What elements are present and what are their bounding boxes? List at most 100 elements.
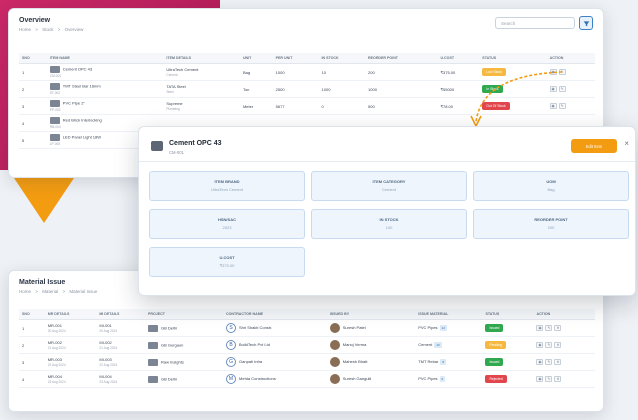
contractor-cell: M Mehta Constructions [223,370,327,388]
breadcrumb-material[interactable]: Material [42,289,58,294]
material-count-badge[interactable]: 8 [440,359,447,365]
mr-number[interactable]: MR-002 [48,340,62,345]
column-header[interactable]: Issue Material [415,309,483,320]
project-name: GB Delhi [160,376,177,382]
column-header[interactable]: Item Details [163,53,240,64]
search-input[interactable]: Search [495,17,575,29]
contractor-name: Shri Shakti Constr. [239,325,273,331]
per-unit-cell: 2500 [272,80,319,98]
view-button[interactable]: ◉ [536,325,544,331]
issued-by-name: Suresh Patel [342,325,366,331]
detail-label: In Stock [379,217,399,222]
detail-card-unit-cost: U.Cost ₹375.00 [149,247,305,277]
item-name[interactable]: Cement OPC 43 [63,67,92,72]
detail-value: ₹375.00 [219,263,235,268]
view-button[interactable]: ◉ [536,359,544,365]
column-header[interactable]: Status [479,53,547,64]
mi-number[interactable]: MI-002 [99,340,111,345]
row-sno: 3 [19,353,45,371]
issued-by-cell: Manoj Verma [326,336,416,354]
close-icon[interactable]: × [624,139,629,148]
mi-number[interactable]: MI-003 [99,357,111,362]
breadcrumb-home[interactable]: Home [19,289,31,294]
column-header[interactable]: Project [144,309,224,320]
edit-button[interactable]: ✎ [545,342,553,348]
item-name[interactable]: LED Panel Light 18W [63,135,101,140]
status-cell: Rejected [482,370,534,388]
breadcrumb: Home > Material > Material Issue [19,289,100,294]
material-count-badge[interactable]: 6 [439,376,446,382]
column-header[interactable]: In Stock [318,53,366,64]
item-thumbnail [49,134,60,141]
detail-label: Item Brand [214,179,240,184]
detail-label: HSN/SAC [217,217,236,222]
breadcrumb-home[interactable]: Home [19,27,31,32]
column-header[interactable]: Contractor Name [223,309,327,320]
detail-label: UOM [546,179,556,184]
column-header[interactable]: U.Cost [437,53,480,64]
table-row[interactable]: 3 MR-003 22 Aug 2024 MI-003 22 Aug 2024 Ra… [19,353,595,371]
table-row[interactable]: 4 MR-004 23 Aug 2024 MI-004 23 Aug 2024 GB… [19,370,595,388]
table-row[interactable]: 1 MR-001 20 Aug 2024 MI-001 20 Aug 2024 GB… [19,319,595,337]
item-name[interactable]: TMT Steel Bar 16mm [63,84,101,89]
contractor-name: BuildTech Pvt Ltd [239,342,270,348]
curved-arrow-icon [470,71,563,128]
contractor-name: Ganpati Infra [239,359,263,365]
detail-card-item-category: Item Category Cement [311,171,467,201]
mr-number[interactable]: MR-004 [48,374,62,379]
column-header[interactable]: Sno [19,53,47,64]
delete-button[interactable]: ✕ [554,325,562,331]
modal-subtitle: CM-001 [169,150,184,155]
unit-cell: Meter [239,97,273,115]
column-header[interactable]: Per Unit [272,53,319,64]
material-count-badge[interactable]: 10 [434,342,442,348]
issued-by-name: Suresh Gangulli [342,376,372,382]
table-row[interactable]: 2 MR-002 21 Aug 2024 MI-002 21 Aug 2024 GB… [19,336,595,354]
column-header[interactable]: Action [533,309,595,320]
item-thumbnail [49,100,60,107]
detail-card-uom: UOM Bag [473,171,629,201]
item-name[interactable]: PVC Pipe 2" [63,101,85,106]
edit-button[interactable]: ✎ [545,376,553,382]
delete-button[interactable]: ✕ [554,359,562,365]
issued-by-name: Manoj Verma [342,342,367,348]
column-header[interactable]: Action [546,53,595,64]
item-thumbnail [49,66,60,73]
filter-button[interactable] [579,16,593,30]
material-count-badge[interactable]: 12 [439,325,447,331]
table-header-row: Sno Item Name Item Details Unit Per Unit… [19,53,595,64]
avatar [329,357,340,367]
column-header[interactable]: MR Details [44,309,97,320]
mi-number[interactable]: MI-001 [99,323,111,328]
item-code: CM-001 [49,74,62,78]
edit-button[interactable]: ✎ [545,359,553,365]
detail-value: Bag [547,187,555,192]
column-header[interactable]: Issued By [326,309,416,320]
delete-button[interactable]: ✕ [554,376,562,382]
project-thumbnail [147,375,158,383]
item-detail-modal: Cement OPC 43 CM-001 Edit Item × Item Br… [138,126,636,296]
item-thumbnail [49,117,60,124]
edit-item-button[interactable]: Edit Item [571,139,617,153]
column-header[interactable]: Status [482,309,534,320]
breadcrumb-stock[interactable]: Stock [42,27,53,32]
column-header[interactable]: MI Details [96,309,145,320]
column-header[interactable]: Unit [239,53,273,64]
mr-number[interactable]: MR-001 [48,323,62,328]
view-button[interactable]: ◉ [536,376,544,382]
issue-material-cell: PVC Pipes 12 [415,319,483,337]
mr-number[interactable]: MR-003 [48,357,62,362]
column-header[interactable]: Item Name [46,53,164,64]
view-button[interactable]: ◉ [536,342,544,348]
column-header[interactable]: Sno [19,309,45,320]
column-header[interactable]: Reorder Point [365,53,438,64]
status-badge: Issued [485,324,504,332]
project-thumbnail [147,324,158,332]
delete-button[interactable]: ✕ [554,342,562,348]
mi-number[interactable]: MI-004 [99,374,111,379]
mi-date: 23 Aug 2024 [99,380,118,384]
item-name[interactable]: Red Brick Interlocking [63,118,102,123]
edit-button[interactable]: ✎ [545,325,553,331]
detail-card-hsn-sac: HSN/SAC 2523 [149,209,305,239]
avatar [329,323,340,333]
